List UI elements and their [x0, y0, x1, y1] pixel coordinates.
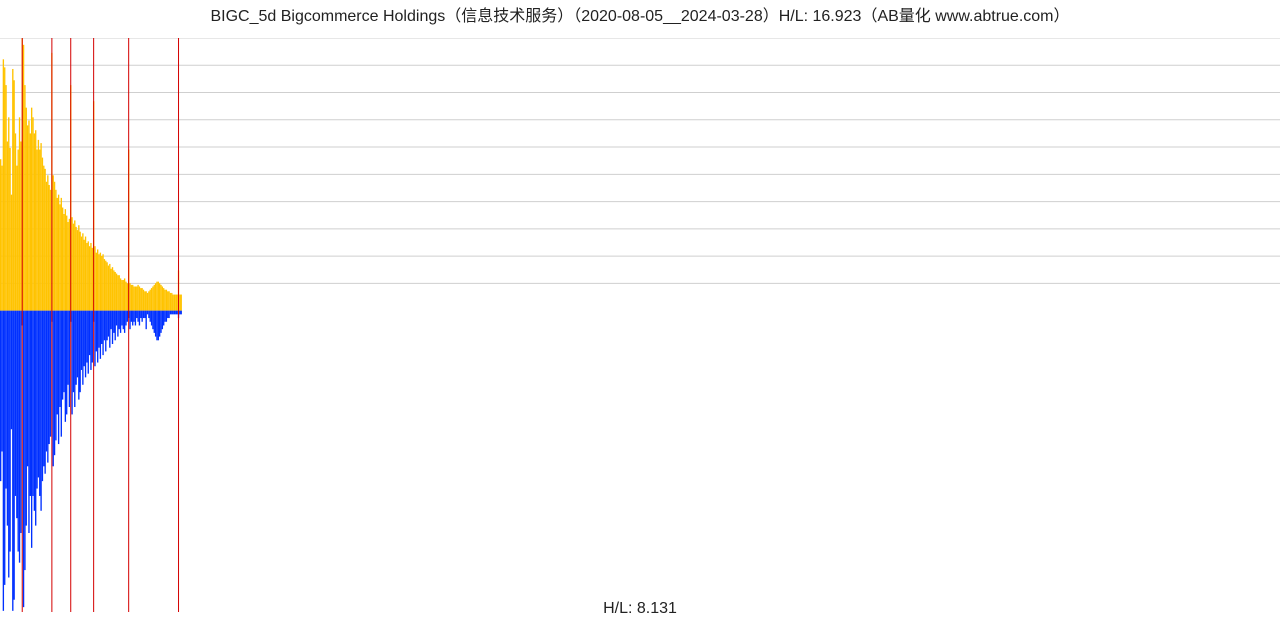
grid-lines [0, 38, 1280, 283]
lower-bars [0, 311, 182, 611]
chart-title: BIGC_5d Bigcommerce Holdings（信息技术服务）（202… [0, 2, 1280, 26]
chart-plot [0, 38, 1280, 612]
